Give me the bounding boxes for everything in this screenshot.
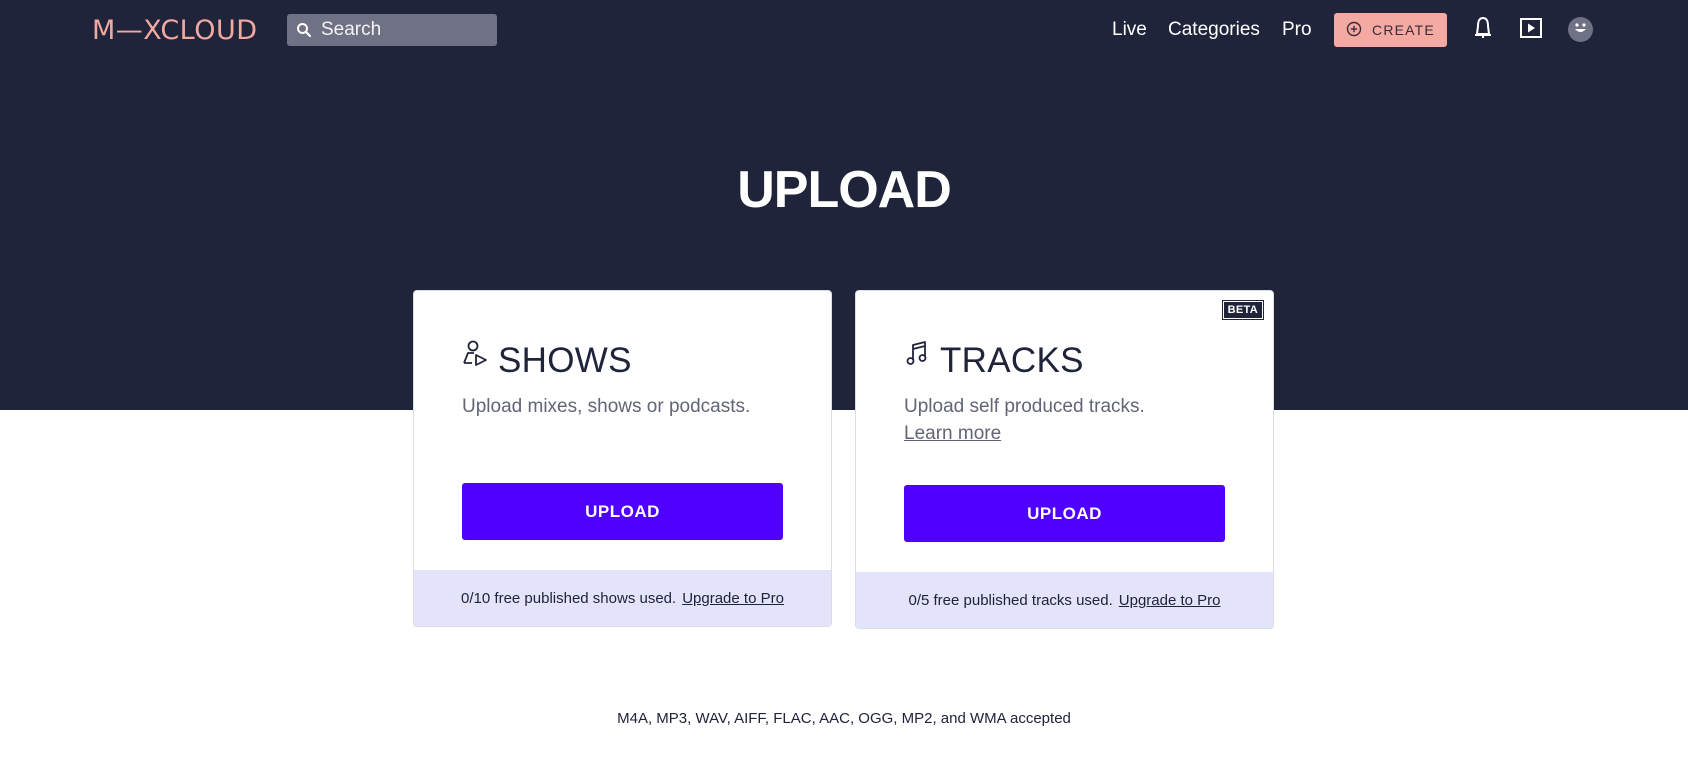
page-title: UPLOAD <box>737 161 952 219</box>
upgrade-to-pro-link[interactable]: Upgrade to Pro <box>1119 592 1221 609</box>
create-button[interactable]: CREATE <box>1334 13 1447 47</box>
tracks-usage-text: 0/5 free published tracks used. <box>908 591 1113 609</box>
learn-more-link[interactable]: Learn more <box>904 420 1225 447</box>
upload-tracks-button[interactable]: UPLOAD <box>904 485 1225 542</box>
avatar-face-icon <box>1568 15 1593 45</box>
tracks-title: TRACKS <box>940 341 1084 380</box>
nav-link-pro[interactable]: Pro <box>1282 18 1312 42</box>
search-box[interactable] <box>287 14 497 46</box>
tracks-usage-footer: 0/5 free published tracks used. Upgrade … <box>856 572 1273 628</box>
tracks-description: Upload self produced tracks. Learn more <box>904 393 1225 447</box>
play-queue-icon <box>1519 17 1543 44</box>
queue-button[interactable] <box>1517 16 1545 44</box>
shows-usage-footer: 0/10 free published shows used. Upgrade … <box>414 570 831 626</box>
tracks-card: BETA TRACKS Upload self produced tracks.… <box>855 290 1274 629</box>
search-input[interactable] <box>321 19 491 41</box>
nav-link-live[interactable]: Live <box>1112 18 1147 42</box>
tracks-description-text: Upload self produced tracks. <box>904 396 1145 417</box>
nav-link-categories[interactable]: Categories <box>1168 18 1260 42</box>
shows-title: SHOWS <box>498 341 632 380</box>
accepted-formats-note: M4A, MP3, WAV, AIFF, FLAC, AAC, OGG, MP2… <box>617 710 1071 727</box>
upload-shows-button[interactable]: UPLOAD <box>462 483 783 540</box>
person-play-icon <box>462 339 490 369</box>
shows-card: SHOWS Upload mixes, shows or podcasts. U… <box>413 290 832 627</box>
plus-circle-icon <box>1346 21 1362 40</box>
mixcloud-logo[interactable]: M—XCLOUD <box>92 12 258 48</box>
bell-icon <box>1472 16 1494 45</box>
music-note-icon <box>904 339 932 369</box>
notifications-button[interactable] <box>1469 16 1497 44</box>
search-icon <box>287 14 321 46</box>
shows-usage-text: 0/10 free published shows used. <box>461 589 677 607</box>
upgrade-to-pro-link[interactable]: Upgrade to Pro <box>682 590 784 607</box>
user-avatar[interactable] <box>1568 17 1593 42</box>
top-navbar: M—XCLOUD Live Categories Pro CREATE <box>0 0 1688 60</box>
shows-description: Upload mixes, shows or podcasts. <box>462 396 751 417</box>
create-label: CREATE <box>1372 22 1435 38</box>
